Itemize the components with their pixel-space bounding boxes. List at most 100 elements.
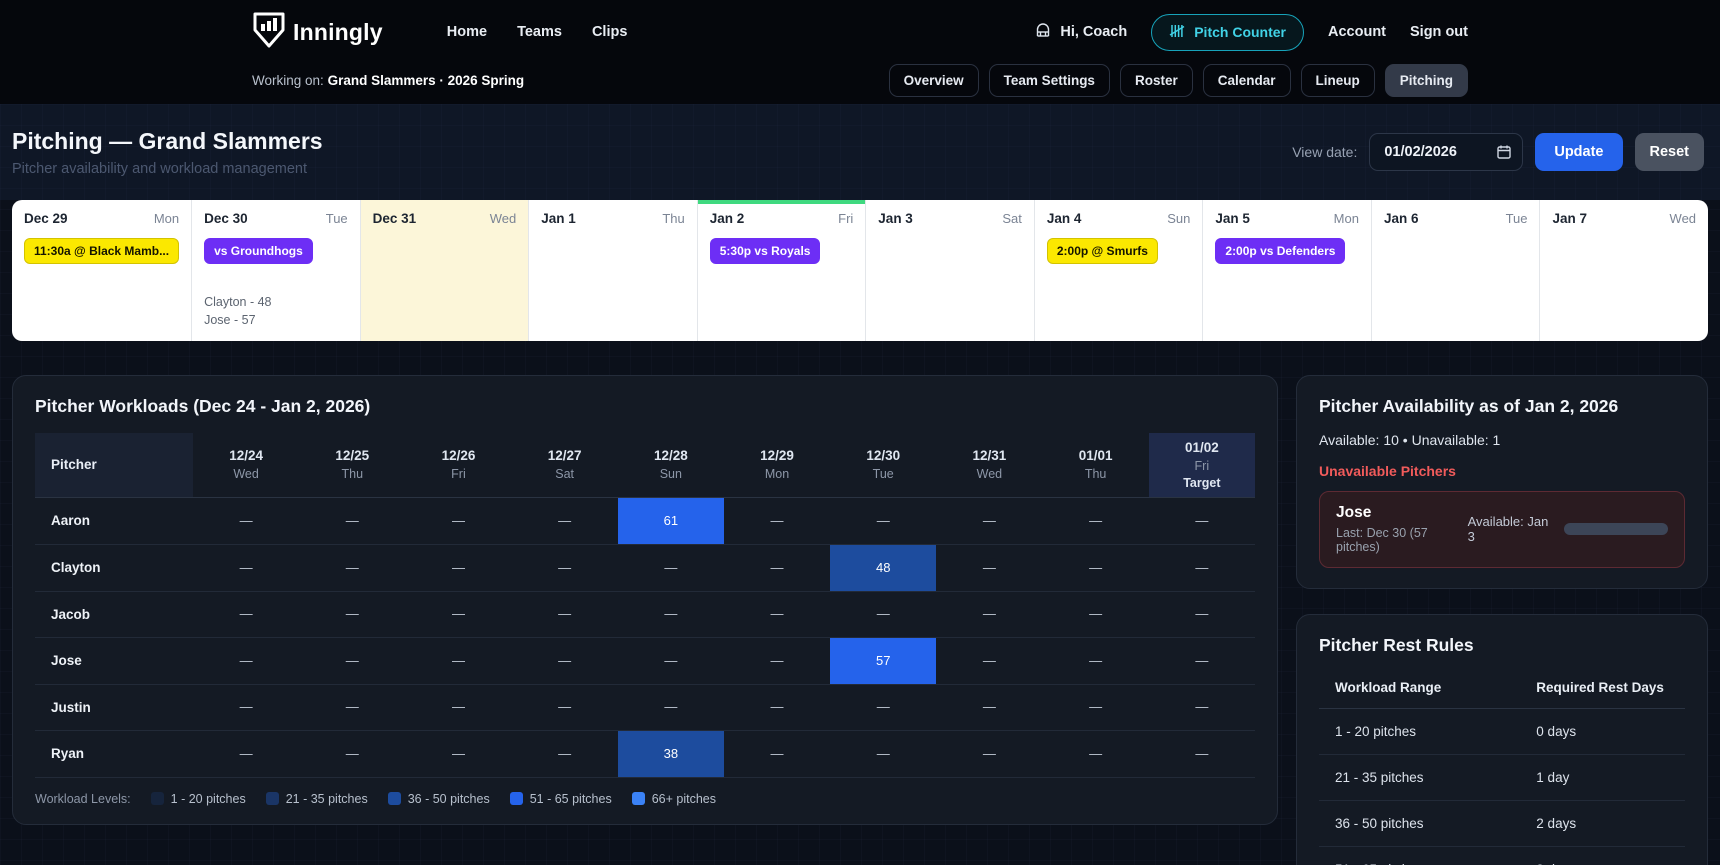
column-dow: Fri bbox=[405, 467, 511, 481]
calendar-icon[interactable] bbox=[1496, 144, 1512, 160]
column-date: 01/01 bbox=[1043, 448, 1149, 463]
workload-cell: — bbox=[1149, 684, 1255, 730]
nav-link-clips[interactable]: Clips bbox=[592, 24, 627, 40]
empty-workload: — bbox=[1089, 699, 1102, 714]
calendar-day-header: Jan 6Tue bbox=[1384, 211, 1528, 226]
pitcher-name: Aaron bbox=[35, 497, 193, 544]
empty-workload: — bbox=[346, 653, 359, 668]
empty-workload: — bbox=[983, 699, 996, 714]
update-button[interactable]: Update bbox=[1535, 133, 1622, 171]
calendar-day-dow: Wed bbox=[490, 211, 517, 226]
brand-logo[interactable]: Inningly bbox=[252, 11, 383, 54]
rest-rules-header-row: Workload Range Required Rest Days bbox=[1319, 670, 1685, 709]
empty-workload: — bbox=[240, 606, 253, 621]
calendar-day-header: Jan 5Mon bbox=[1215, 211, 1359, 226]
calendar-day-events: 11:30a @ Black Mamb... bbox=[24, 238, 179, 264]
workload-cell: — bbox=[512, 730, 618, 777]
workload-cell: — bbox=[1043, 684, 1149, 730]
tab-team-settings[interactable]: Team Settings bbox=[989, 64, 1110, 97]
top-bar: Inningly HomeTeamsClips Hi, Coach bbox=[0, 0, 1720, 104]
reset-button[interactable]: Reset bbox=[1635, 133, 1705, 171]
calendar-day-dec-31: Dec 31Wed bbox=[361, 200, 530, 341]
empty-workload: — bbox=[664, 606, 677, 621]
column-date: 12/31 bbox=[936, 448, 1042, 463]
account-link[interactable]: Account bbox=[1328, 24, 1386, 40]
empty-workload: — bbox=[1089, 513, 1102, 528]
column-date: 12/29 bbox=[724, 448, 830, 463]
calendar-day-dow: Thu bbox=[662, 211, 684, 226]
empty-workload: — bbox=[771, 699, 784, 714]
workload-cell: — bbox=[724, 730, 830, 777]
calendar-day-header: Dec 30Tue bbox=[204, 211, 348, 226]
tally-marks-icon bbox=[1169, 23, 1185, 42]
workload-cell: — bbox=[1149, 730, 1255, 777]
calendar-day-jan-5: Jan 5Mon 2:00p vs Defenders bbox=[1203, 200, 1372, 341]
workload-cell: — bbox=[512, 684, 618, 730]
game-event-chip[interactable]: 11:30a @ Black Mamb... bbox=[24, 238, 179, 264]
sidebar: Pitcher Availability as of Jan 2, 2026 A… bbox=[1296, 375, 1708, 865]
tab-overview[interactable]: Overview bbox=[889, 64, 979, 97]
date-column-header-12-26: 12/26 Fri bbox=[405, 433, 511, 497]
workload-cell: — bbox=[299, 591, 405, 637]
empty-workload: — bbox=[771, 606, 784, 621]
date-column-header-12-28: 12/28Sun bbox=[618, 433, 724, 497]
calendar-day-dow: Sat bbox=[1002, 211, 1022, 226]
nav-link-home[interactable]: Home bbox=[447, 24, 487, 40]
calendar-day-events: 2:00p vs Defenders bbox=[1215, 238, 1359, 264]
team-tabs: Overview Team Settings Roster Calendar Lineu… bbox=[889, 64, 1468, 97]
calendar-day-jan-2: Jan 2Fri5:30p vs Royals bbox=[698, 200, 867, 341]
game-event-chip[interactable]: 2:00p @ Smurfs bbox=[1047, 238, 1158, 264]
column-dow: Thu bbox=[1043, 467, 1149, 481]
workload-cell: — bbox=[724, 497, 830, 544]
column-dow: Tue bbox=[830, 467, 936, 481]
empty-workload: — bbox=[664, 653, 677, 668]
game-event-chip[interactable]: 5:30p vs Royals bbox=[710, 238, 821, 264]
rest-rule-range: 51 - 65 pitches bbox=[1319, 847, 1520, 865]
workload-cell: — bbox=[193, 591, 299, 637]
tab-roster[interactable]: Roster bbox=[1120, 64, 1193, 97]
empty-workload: — bbox=[558, 606, 571, 621]
unavailable-pitcher-name: Jose bbox=[1336, 504, 1468, 522]
workload-cell: — bbox=[936, 497, 1042, 544]
tab-calendar[interactable]: Calendar bbox=[1203, 64, 1291, 97]
empty-workload: — bbox=[1089, 746, 1102, 761]
game-event-chip[interactable]: vs Groundhogs bbox=[204, 238, 313, 264]
calendar-day-jan-6: Jan 6Tue bbox=[1372, 200, 1541, 341]
tab-pitching[interactable]: Pitching bbox=[1385, 64, 1468, 97]
empty-workload: — bbox=[1195, 653, 1208, 668]
workload-cell: — bbox=[1149, 497, 1255, 544]
empty-workload: — bbox=[771, 513, 784, 528]
rest-rules-table: Workload Range Required Rest Days 1 - 20… bbox=[1319, 670, 1685, 865]
rest-rule-days: 3 days bbox=[1520, 847, 1685, 865]
sign-out-link[interactable]: Sign out bbox=[1410, 24, 1468, 40]
calendar-day-header: Dec 31Wed bbox=[373, 211, 517, 226]
date-column-header-12-30: 12/30Tue bbox=[830, 433, 936, 497]
home-plate-chart-icon bbox=[252, 11, 286, 54]
calendar-day-date: Jan 3 bbox=[878, 211, 913, 226]
rest-rule-days: 0 days bbox=[1520, 709, 1685, 755]
rest-rule-row: 21 - 35 pitches1 day bbox=[1319, 755, 1685, 801]
empty-workload: — bbox=[240, 560, 253, 575]
legend-item-1: 1 - 20 pitches bbox=[151, 792, 246, 806]
nav-link-teams[interactable]: Teams bbox=[517, 24, 562, 40]
calendar-day-date: Jan 4 bbox=[1047, 211, 1082, 226]
calendar-day-dow: Tue bbox=[1506, 211, 1528, 226]
date-column-header-12-31: 12/31Wed bbox=[936, 433, 1042, 497]
empty-workload: — bbox=[558, 560, 571, 575]
column-date: 12/26 bbox=[405, 448, 511, 463]
tab-lineup[interactable]: Lineup bbox=[1301, 64, 1375, 97]
workload-cell: — bbox=[405, 730, 511, 777]
column-dow: Fri bbox=[1149, 459, 1255, 473]
legend-swatch bbox=[510, 792, 523, 805]
workload-cell: — bbox=[830, 684, 936, 730]
page-header: Pitching — Grand Slammers Pitcher availa… bbox=[0, 104, 1720, 200]
empty-workload: — bbox=[664, 699, 677, 714]
workload-cell: — bbox=[1149, 637, 1255, 684]
game-event-chip[interactable]: 2:00p vs Defenders bbox=[1215, 238, 1345, 264]
legend-swatch bbox=[151, 792, 164, 805]
workloads-header-row: Pitcher12/24Wed12/25Thu12/26Fri12/27Sat1… bbox=[35, 433, 1255, 497]
pitch-counter-button[interactable]: Pitch Counter bbox=[1151, 14, 1304, 51]
empty-workload: — bbox=[346, 699, 359, 714]
workload-legend: Workload Levels: 1 - 20 pitches21 - 35 p… bbox=[35, 792, 1255, 806]
page-title: Pitching — Grand Slammers bbox=[12, 128, 323, 155]
